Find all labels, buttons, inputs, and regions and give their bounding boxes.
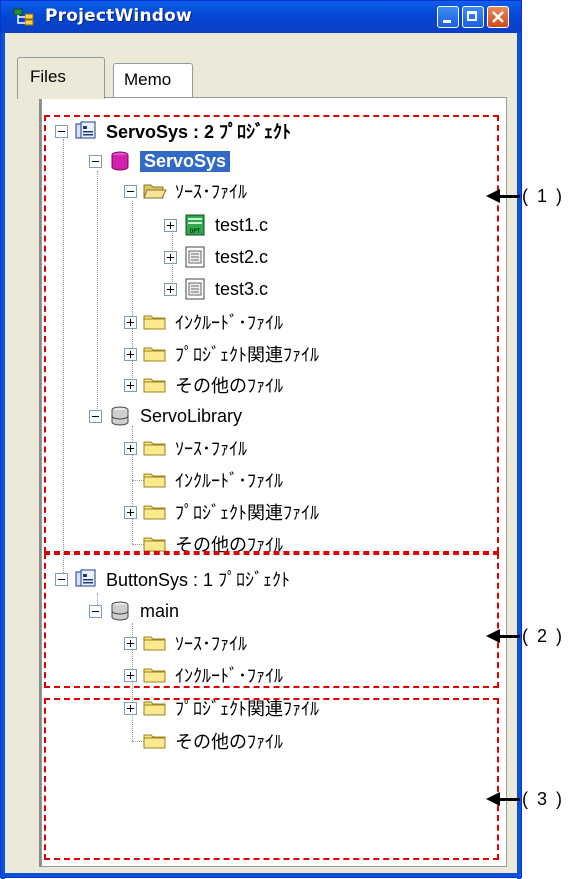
window-border-left <box>1 33 5 879</box>
annotation-arrow-1: ( 1 ) <box>486 186 564 206</box>
tab-memo-label: Memo <box>124 70 172 89</box>
annotation-label-1: ( 1 ) <box>522 185 565 206</box>
tab-memo[interactable]: Memo <box>113 63 193 97</box>
annotation-region-1 <box>44 115 499 553</box>
minimize-icon <box>443 20 451 23</box>
annotation-arrow-2: ( 2 ) <box>486 626 564 646</box>
close-icon <box>492 11 504 23</box>
annotation-arrow-3: ( 3 ) <box>486 789 564 809</box>
minimize-button[interactable] <box>437 6 459 28</box>
window-border-right <box>517 33 521 879</box>
arrow-left-icon <box>486 189 500 203</box>
annotation-region-3 <box>44 698 499 860</box>
annotation-label-2: ( 2 ) <box>522 625 565 646</box>
annotation-region-2 <box>44 553 499 688</box>
window-title: ProjectWindow <box>45 6 192 26</box>
maximize-button[interactable] <box>462 6 484 28</box>
annotation-label-3: ( 3 ) <box>522 788 565 809</box>
project-window-icon <box>13 8 34 26</box>
arrow-left-icon <box>486 629 500 643</box>
close-button[interactable] <box>487 6 509 28</box>
tab-files-label: Files <box>30 67 66 86</box>
tab-files[interactable]: Files <box>17 57 105 99</box>
maximize-icon <box>467 11 477 21</box>
window-border-bottom <box>1 873 521 877</box>
title-bar[interactable]: ProjectWindow <box>1 1 521 33</box>
arrow-left-icon <box>486 792 500 806</box>
